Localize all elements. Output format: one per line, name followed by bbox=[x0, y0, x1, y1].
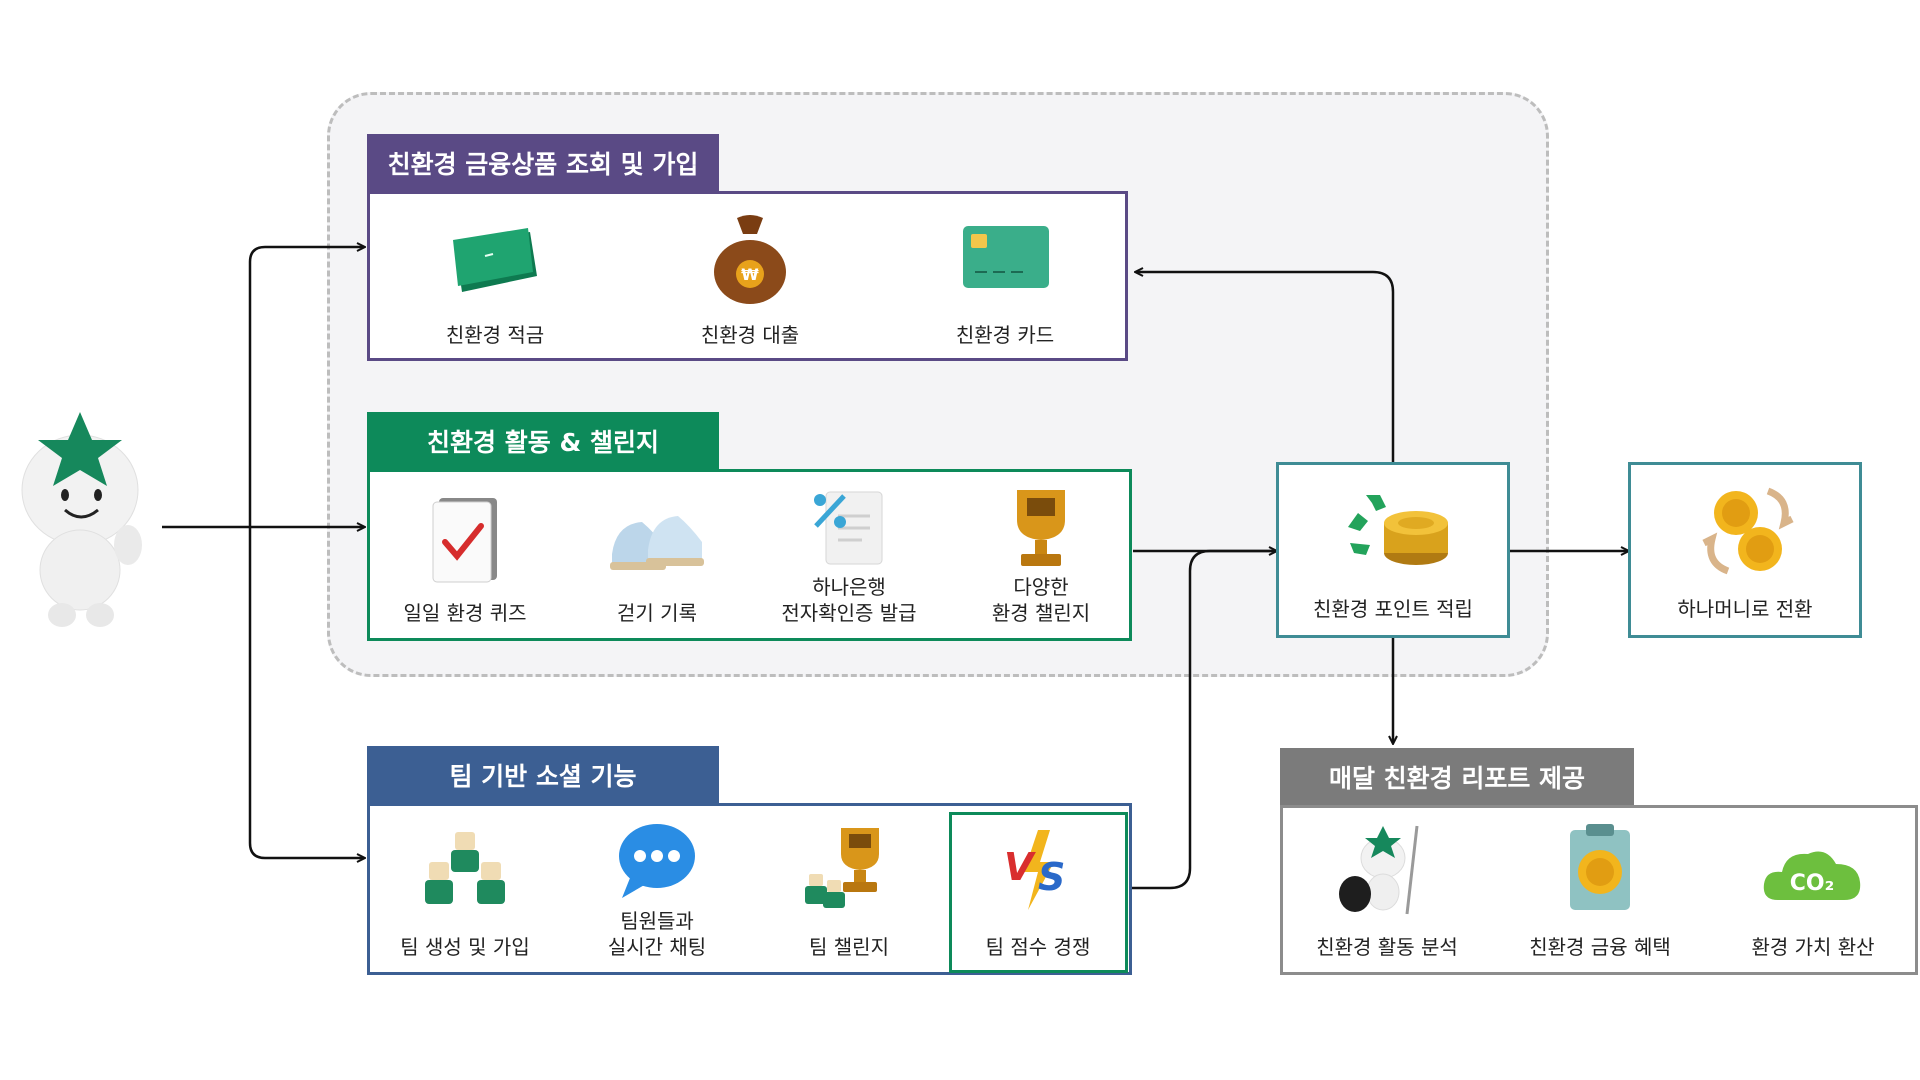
arrow-team-to-points bbox=[1126, 549, 1276, 890]
team-item-label: 팀 점수 경쟁 bbox=[985, 935, 1091, 959]
activity-item-walking[interactable]: 걷기 기록 bbox=[562, 472, 752, 638]
team-figures-icon bbox=[425, 832, 505, 904]
team-item-create[interactable]: 팀 생성 및 가입 bbox=[370, 806, 560, 972]
team-group-title: 팀 기반 소셜 기능 bbox=[367, 746, 719, 803]
chat-bubble-icon bbox=[619, 824, 695, 898]
percent-document-icon bbox=[814, 491, 883, 565]
activity-item-label-line1: 하나은행 bbox=[812, 575, 886, 599]
report-item-label: 친환경 활동 분석 bbox=[1316, 935, 1458, 959]
activity-group-title: 친환경 활동 & 챌린지 bbox=[367, 412, 719, 469]
svg-text:S: S bbox=[1038, 855, 1065, 899]
activity-item-quiz[interactable]: 일일 환경 퀴즈 bbox=[370, 472, 560, 638]
activity-panel: 일일 환경 퀴즈 걷기 기록 하나은행 전자확인증 발급 다양한 환경 챌린지 bbox=[367, 469, 1132, 641]
team-panel: 팀 생성 및 가입 팀원들과 실시간 채팅 팀 챌린지 V S 팀 점수 경쟁 bbox=[367, 803, 1132, 975]
green-card-icon bbox=[963, 226, 1049, 288]
team-item-label: 팀 챌린지 bbox=[809, 935, 889, 959]
recycle-coins-icon bbox=[1348, 495, 1448, 565]
svg-text:₩: ₩ bbox=[741, 265, 759, 284]
money-bag-icon: ₩ bbox=[714, 215, 786, 304]
checklist-icon bbox=[432, 498, 497, 583]
mascot bbox=[10, 410, 155, 630]
team-item-chat[interactable]: 팀원들과 실시간 채팅 bbox=[562, 806, 752, 972]
co2-text: CO₂ bbox=[1790, 871, 1834, 896]
team-item-label-line2: 실시간 채팅 bbox=[607, 935, 707, 959]
hanamoney-box[interactable]: 하나머니로 전환 bbox=[1628, 462, 1862, 638]
report-panel: 친환경 활동 분석 친환경 금융 혜택 CO₂ 환경 가치 환산 bbox=[1280, 805, 1918, 975]
finance-item-card[interactable]: 친환경 카드 bbox=[910, 194, 1100, 359]
team-item-competition[interactable]: V S 팀 점수 경쟁 bbox=[943, 806, 1133, 972]
activity-item-label: 걷기 기록 bbox=[617, 601, 697, 625]
hanamoney-label: 하나머니로 전환 bbox=[1677, 597, 1813, 621]
report-item-value[interactable]: CO₂ 환경 가치 환산 bbox=[1718, 808, 1908, 972]
activity-item-label-line2: 환경 챌린지 bbox=[991, 601, 1091, 625]
finance-item-label: 친환경 카드 bbox=[955, 323, 1055, 347]
eco-points-label: 친환경 포인트 적립 bbox=[1313, 597, 1473, 621]
activity-item-certificate[interactable]: 하나은행 전자확인증 발급 bbox=[754, 472, 944, 638]
activity-item-label-line2: 전자확인증 발급 bbox=[781, 601, 917, 625]
activity-item-label-line1: 다양한 bbox=[1013, 575, 1069, 599]
finance-item-label: 친환경 대출 bbox=[700, 323, 800, 347]
finance-item-savings[interactable]: 친환경 적금 bbox=[400, 194, 590, 359]
report-item-label: 환경 가치 환산 bbox=[1751, 935, 1875, 959]
activity-item-label: 일일 환경 퀴즈 bbox=[403, 601, 527, 625]
star-head-mascot-icon bbox=[21, 412, 142, 627]
sneakers-icon bbox=[610, 516, 704, 570]
team-trophy-icon bbox=[805, 828, 879, 908]
coin-clipboard-icon bbox=[1570, 824, 1630, 910]
green-bankbook-icon bbox=[453, 228, 537, 292]
coin-exchange-icon bbox=[1702, 487, 1794, 575]
finance-panel: 친환경 적금 ₩ 친환경 대출 친환경 카드 bbox=[367, 191, 1128, 361]
co2-cloud-icon: CO₂ bbox=[1763, 851, 1861, 900]
report-item-label: 친환경 금융 혜택 bbox=[1529, 935, 1671, 959]
arrow-branch-to-team bbox=[248, 527, 364, 858]
activity-item-challenge[interactable]: 다양한 환경 챌린지 bbox=[946, 472, 1136, 638]
arrow-branch-to-finance bbox=[248, 247, 364, 527]
trophy-icon bbox=[1017, 490, 1065, 566]
svg-text:V: V bbox=[1004, 845, 1036, 889]
eco-points-box[interactable]: 친환경 포인트 적립 bbox=[1276, 462, 1510, 638]
mascot-cleanup-icon bbox=[1339, 825, 1419, 915]
team-item-label: 팀 생성 및 가입 bbox=[400, 935, 530, 959]
report-item-benefit[interactable]: 친환경 금융 혜택 bbox=[1505, 808, 1695, 972]
finance-group-title: 친환경 금융상품 조회 및 가입 bbox=[367, 134, 719, 191]
arrow-points-to-finance bbox=[1136, 272, 1395, 462]
finance-item-label: 친환경 적금 bbox=[445, 323, 545, 347]
report-group-title: 매달 친환경 리포트 제공 bbox=[1280, 748, 1634, 805]
vs-icon: V S bbox=[1004, 830, 1065, 910]
team-item-label-line1: 팀원들과 bbox=[620, 909, 694, 933]
finance-item-loan[interactable]: ₩ 친환경 대출 bbox=[655, 194, 845, 359]
team-item-challenge[interactable]: 팀 챌린지 bbox=[754, 806, 944, 972]
report-item-analysis[interactable]: 친환경 활동 분석 bbox=[1292, 808, 1482, 972]
